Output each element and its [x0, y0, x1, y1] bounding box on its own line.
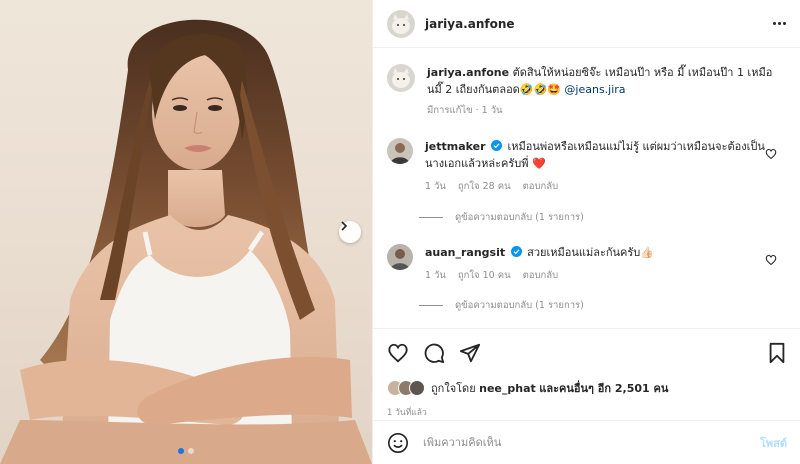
share-paper-plane-icon[interactable]: [459, 342, 481, 364]
replies-divider-line: [419, 305, 443, 306]
instagram-post-modal: jariya.anfone jariya.anfone ตัดสินให้หน่…: [0, 0, 800, 464]
post-caption: jariya.anfone ตัดสินให้หน่อยซิจ๊ะ เหมือน…: [387, 64, 787, 119]
carousel-dot-1: [178, 448, 184, 454]
comment-likes[interactable]: ถูกใจ 10 คน: [458, 267, 511, 284]
action-icons-row: [387, 341, 787, 365]
author-username[interactable]: jariya.anfone: [425, 17, 515, 31]
person-avatar-image: [387, 138, 413, 164]
verified-badge-icon: [491, 140, 503, 151]
carousel-next-button[interactable]: [339, 221, 361, 243]
post-actions: ถูกใจโดย nee_phat และคนอื่นๆ อีก 2,501 ค…: [373, 328, 800, 419]
like-heart-icon[interactable]: [387, 342, 409, 364]
liked-by-others[interactable]: และคนอื่นๆ อีก 2,501 คน: [539, 379, 668, 397]
commenter-avatar[interactable]: [387, 244, 413, 270]
comment-like-heart-icon[interactable]: [765, 148, 777, 160]
post-photo[interactable]: [0, 0, 372, 464]
post-header: jariya.anfone: [373, 0, 800, 48]
comment-like-heart-icon[interactable]: [765, 254, 777, 266]
comment-bubble-icon[interactable]: [423, 342, 445, 364]
comment-reply-button[interactable]: ตอบกลับ: [523, 178, 559, 195]
view-replies-label: ดูข้อความตอบกลับ (1 รายการ): [455, 212, 584, 223]
comment-meta: 1 วัน ถูกใจ 28 คน ตอบกลับ: [425, 178, 765, 195]
liker-avatar: [409, 380, 425, 396]
commenter-avatar[interactable]: [387, 138, 413, 164]
post-comment-button[interactable]: โพสต์: [760, 434, 787, 452]
view-replies-button[interactable]: ดูข้อความตอบกลับ (1 รายการ): [419, 298, 584, 313]
carousel-dots: [0, 448, 372, 454]
caption-avatar[interactable]: [387, 64, 415, 92]
chevron-right-icon: [341, 221, 348, 231]
replies-divider-line: [419, 217, 443, 218]
post-timestamp[interactable]: 1 วันที่แล้ว: [387, 405, 787, 419]
post-side-panel: jariya.anfone jariya.anfone ตัดสินให้หน่…: [372, 0, 800, 464]
comment-item: auan_rangsit สวยเหมือนแม่ละกันครับ👍🏻 1 ว…: [387, 244, 787, 284]
comment-text: สวยเหมือนแม่ละกันครับ👍🏻: [527, 246, 654, 259]
comment-item: jettmaker เหมือนพ่อหรือเหมือนแม่ไม่รู้ แ…: [387, 138, 787, 195]
add-comment-bar: โพสต์: [373, 420, 800, 464]
liked-by-user[interactable]: nee_phat: [479, 382, 536, 395]
more-horizontal-icon[interactable]: [773, 22, 786, 25]
caption-body: jariya.anfone ตัดสินให้หน่อยซิจ๊ะ เหมือน…: [427, 64, 787, 119]
cat-avatar-image: [387, 9, 415, 38]
view-replies-button[interactable]: ดูข้อความตอบกลับ (1 รายการ): [419, 210, 584, 225]
commenter-username[interactable]: auan_rangsit: [425, 246, 505, 259]
liked-by-prefix: ถูกใจโดย: [431, 382, 476, 395]
comment-time: 1 วัน: [425, 181, 446, 192]
caption-meta: มีการแก้ไข · 1 วัน: [427, 105, 503, 116]
caption-mention[interactable]: @jeans.jira: [564, 83, 625, 96]
comment-input[interactable]: [423, 436, 760, 449]
cat-avatar-image: [387, 64, 415, 92]
comment-time: 1 วัน: [425, 270, 446, 281]
verified-badge-icon: [510, 246, 522, 257]
portrait-image: [0, 19, 372, 464]
author-avatar[interactable]: [387, 9, 415, 38]
comment-body: jettmaker เหมือนพ่อหรือเหมือนแม่ไม่รู้ แ…: [425, 138, 765, 195]
comment-meta: 1 วัน ถูกใจ 10 คน ตอบกลับ: [425, 267, 765, 284]
view-replies-label: ดูข้อความตอบกลับ (1 รายการ): [455, 300, 584, 311]
save-bookmark-icon[interactable]: [767, 342, 787, 364]
emoji-smiley-icon[interactable]: [387, 432, 409, 454]
comment-likes[interactable]: ถูกใจ 28 คน: [458, 178, 511, 195]
comment-body: auan_rangsit สวยเหมือนแม่ละกันครับ👍🏻 1 ว…: [425, 244, 765, 284]
person-avatar-image: [387, 244, 413, 270]
likes-summary: ถูกใจโดย nee_phat และคนอื่นๆ อีก 2,501 ค…: [387, 379, 787, 397]
comment-reply-button[interactable]: ตอบกลับ: [523, 267, 559, 284]
carousel-dot-2: [188, 448, 194, 454]
liker-avatars: [387, 380, 425, 396]
commenter-username[interactable]: jettmaker: [425, 140, 486, 153]
caption-username[interactable]: jariya.anfone: [427, 66, 509, 79]
